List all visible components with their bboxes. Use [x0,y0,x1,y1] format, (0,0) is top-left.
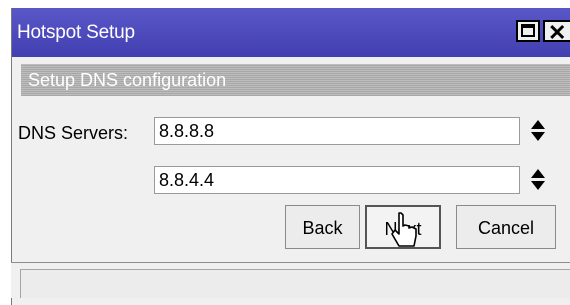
cancel-button[interactable]: Cancel [456,205,556,249]
hotspot-setup-dialog: Hotspot Setup ✕ Setup DNS configuration [11,8,570,305]
dns-server-2-updown-icon[interactable] [530,166,546,194]
arrow-up-icon[interactable] [531,169,545,178]
arrow-up-icon[interactable] [531,120,545,129]
status-bar [11,262,570,298]
dns-server-1-field[interactable]: 8.8.8.8 [154,117,520,145]
dns-server-1-updown-icon[interactable] [530,117,546,145]
maximize-icon[interactable] [516,20,540,42]
arrow-down-icon[interactable] [531,181,545,190]
dns-servers-label: DNS Servers: [18,123,129,143]
section-header: Setup DNS configuration [21,64,570,96]
close-icon[interactable]: ✕ [543,20,570,45]
mouse-cursor-icon [391,212,417,247]
dns-server-2-field[interactable]: 8.8.4.4 [154,166,520,194]
title-bar[interactable]: Hotspot Setup ✕ [12,8,570,57]
back-button[interactable]: Back [285,205,360,249]
arrow-down-icon[interactable] [531,132,545,141]
window-title: Hotspot Setup [17,22,135,43]
section-header-text: Setup DNS configuration [28,70,227,90]
